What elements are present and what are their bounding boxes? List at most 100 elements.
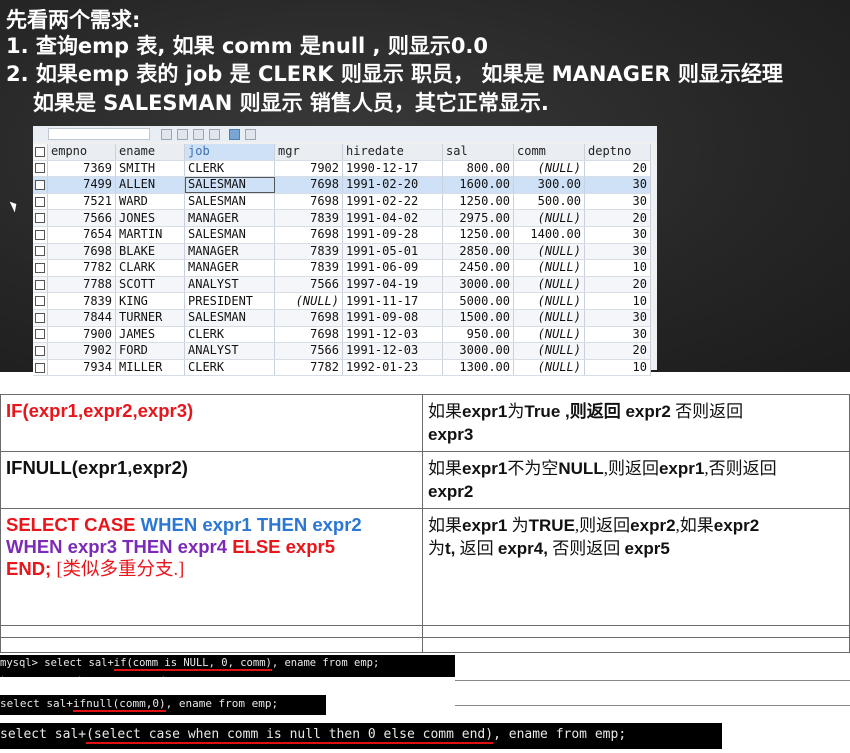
cell-sal[interactable]: 2450.00 [442,259,514,277]
toolbar-refresh-icon[interactable] [161,129,172,140]
table-row[interactable]: 7844 TURNER SALESMAN 7698 1991-09-08 1500.00(… [33,309,651,327]
row-checkbox[interactable] [33,209,48,227]
row-checkbox[interactable] [33,326,48,344]
cell-deptno[interactable]: 20 [584,209,651,227]
cell-sal[interactable]: 1600.00 [442,176,514,194]
cell-mgr[interactable]: 7698 [274,193,343,211]
cell-comm[interactable]: (NULL) [513,276,585,294]
cell-job[interactable]: CLERK [184,326,275,344]
cell-deptno[interactable]: 30 [584,226,651,244]
table-row[interactable]: 7521 WARD SALESMAN 7698 1991-02-22 1250.00 500… [33,193,651,211]
table-row[interactable]: 7934 MILLER CLERK 7782 1992-01-23 1300.00 (NUL… [33,359,651,377]
cell-comm[interactable]: 300.00 [513,176,585,194]
cell-empno[interactable]: 7369 [47,160,116,178]
cell-sal[interactable]: 800.00 [442,160,514,178]
toolbar-save-icon[interactable] [177,129,188,140]
cell-hiredate[interactable]: 1997-04-19 [342,276,443,294]
cell-mgr[interactable]: 7902 [274,160,343,178]
cell-ename[interactable]: MILLER [115,359,185,377]
cell-mgr[interactable]: 7839 [274,243,343,261]
cell-empno[interactable]: 7839 [47,292,116,310]
row-checkbox[interactable] [33,276,48,294]
cell-sal[interactable]: 5000.00 [442,292,514,310]
cell-ename[interactable]: BLAKE [115,243,185,261]
row-checkbox[interactable] [33,259,48,277]
cell-mgr[interactable]: 7698 [274,176,343,194]
cell-sal[interactable]: 1250.00 [442,193,514,211]
row-checkbox[interactable] [33,342,48,360]
column-header-job[interactable]: job [184,144,275,161]
column-header-deptno[interactable]: deptno [584,144,651,161]
cell-comm[interactable]: 500.00 [513,193,585,211]
cell-comm[interactable]: (NULL) [513,292,585,310]
cell-deptno[interactable]: 30 [584,326,651,344]
cell-hiredate[interactable]: 1991-05-01 [342,243,443,261]
cell-empno[interactable]: 7698 [47,243,116,261]
cell-ename[interactable]: MARTIN [115,226,185,244]
table-row[interactable]: 7782 CLARK MANAGER 7839 1991-06-09 2450.00 (NU… [33,259,651,277]
row-checkbox[interactable] [33,359,48,377]
cell-comm[interactable]: (NULL) [513,309,585,327]
cell-empno[interactable]: 7566 [47,209,116,227]
cell-empno[interactable]: 7788 [47,276,116,294]
cell-mgr[interactable]: 7839 [274,259,343,277]
table-row[interactable]: 7902 FORD ANALYST 7566 1991-12-03 3000.00 (NUL… [33,342,651,360]
cell-empno[interactable]: 7844 [47,309,116,327]
row-checkbox[interactable] [33,226,48,244]
cell-job[interactable]: MANAGER [184,209,275,227]
cell-empno[interactable]: 7521 [47,193,116,211]
cell-job[interactable]: ANALYST [184,342,275,360]
cell-job[interactable]: SALESMAN [184,176,275,194]
toolbar-grid-view-icon[interactable] [229,129,240,140]
cell-deptno[interactable]: 20 [584,160,651,178]
cell-sal[interactable]: 1250.00 [442,226,514,244]
cell-hiredate[interactable]: 1992-01-23 [342,359,443,377]
row-checkbox[interactable] [33,160,48,178]
row-checkbox[interactable] [33,176,48,194]
cell-ename[interactable]: JONES [115,209,185,227]
cell-ename[interactable]: KING [115,292,185,310]
grid-toolbar-select[interactable] [48,128,150,140]
cell-deptno[interactable]: 10 [584,259,651,277]
cell-sal[interactable]: 2975.00 [442,209,514,227]
cell-deptno[interactable]: 20 [584,276,651,294]
cell-comm[interactable]: (NULL) [513,209,585,227]
cell-hiredate[interactable]: 1991-09-08 [342,309,443,327]
cell-job[interactable]: SALESMAN [184,309,275,327]
cell-deptno[interactable]: 30 [584,243,651,261]
cell-comm[interactable]: (NULL) [513,243,585,261]
cell-comm[interactable]: (NULL) [513,160,585,178]
table-row[interactable]: 7654 MARTIN SALESMAN 7698 1991-09-28 1250.00 1… [33,226,651,244]
cell-deptno[interactable]: 20 [584,342,651,360]
cell-job[interactable]: CLERK [184,160,275,178]
cell-sal[interactable]: 950.00 [442,326,514,344]
table-row[interactable]: 7369 SMITH CLERK 7902 1990-12-17 800.00 (NULL)… [33,160,651,178]
cell-mgr[interactable]: 7698 [274,226,343,244]
cell-deptno[interactable]: 10 [584,359,651,377]
cell-ename[interactable]: FORD [115,342,185,360]
cell-mgr[interactable]: 7698 [274,309,343,327]
cell-ename[interactable]: ALLEN [115,176,185,194]
table-row[interactable]: 7566 JONES MANAGER 7839 1991-04-02 2975.00 (NU… [33,209,651,227]
cell-job[interactable]: PRESIDENT [184,292,275,310]
cell-empno[interactable]: 7900 [47,326,116,344]
cell-sal[interactable]: 3000.00 [442,342,514,360]
cell-comm[interactable]: (NULL) [513,359,585,377]
cell-ename[interactable]: SMITH [115,160,185,178]
cell-empno[interactable]: 7782 [47,259,116,277]
table-row[interactable]: 7499 ALLEN SALESMAN 7698 1991-02-20 1600.00 30… [33,176,651,194]
cell-sal[interactable]: 1500.00 [442,309,514,327]
row-checkbox[interactable] [33,193,48,211]
cell-deptno[interactable]: 30 [584,176,651,194]
column-header-mgr[interactable]: mgr [274,144,343,161]
toolbar-filter-icon[interactable] [209,129,220,140]
toolbar-delete-icon[interactable] [193,129,204,140]
row-checkbox[interactable] [33,309,48,327]
select-all-checkbox[interactable] [33,144,48,161]
cell-empno[interactable]: 7499 [47,176,116,194]
cell-hiredate[interactable]: 1991-11-17 [342,292,443,310]
table-row[interactable]: 7698 BLAKE MANAGER 7839 1991-05-01 2850.00 (NU… [33,243,651,261]
cell-hiredate[interactable]: 1991-12-03 [342,326,443,344]
cell-mgr[interactable]: 7839 [274,209,343,227]
cell-ename[interactable]: JAMES [115,326,185,344]
